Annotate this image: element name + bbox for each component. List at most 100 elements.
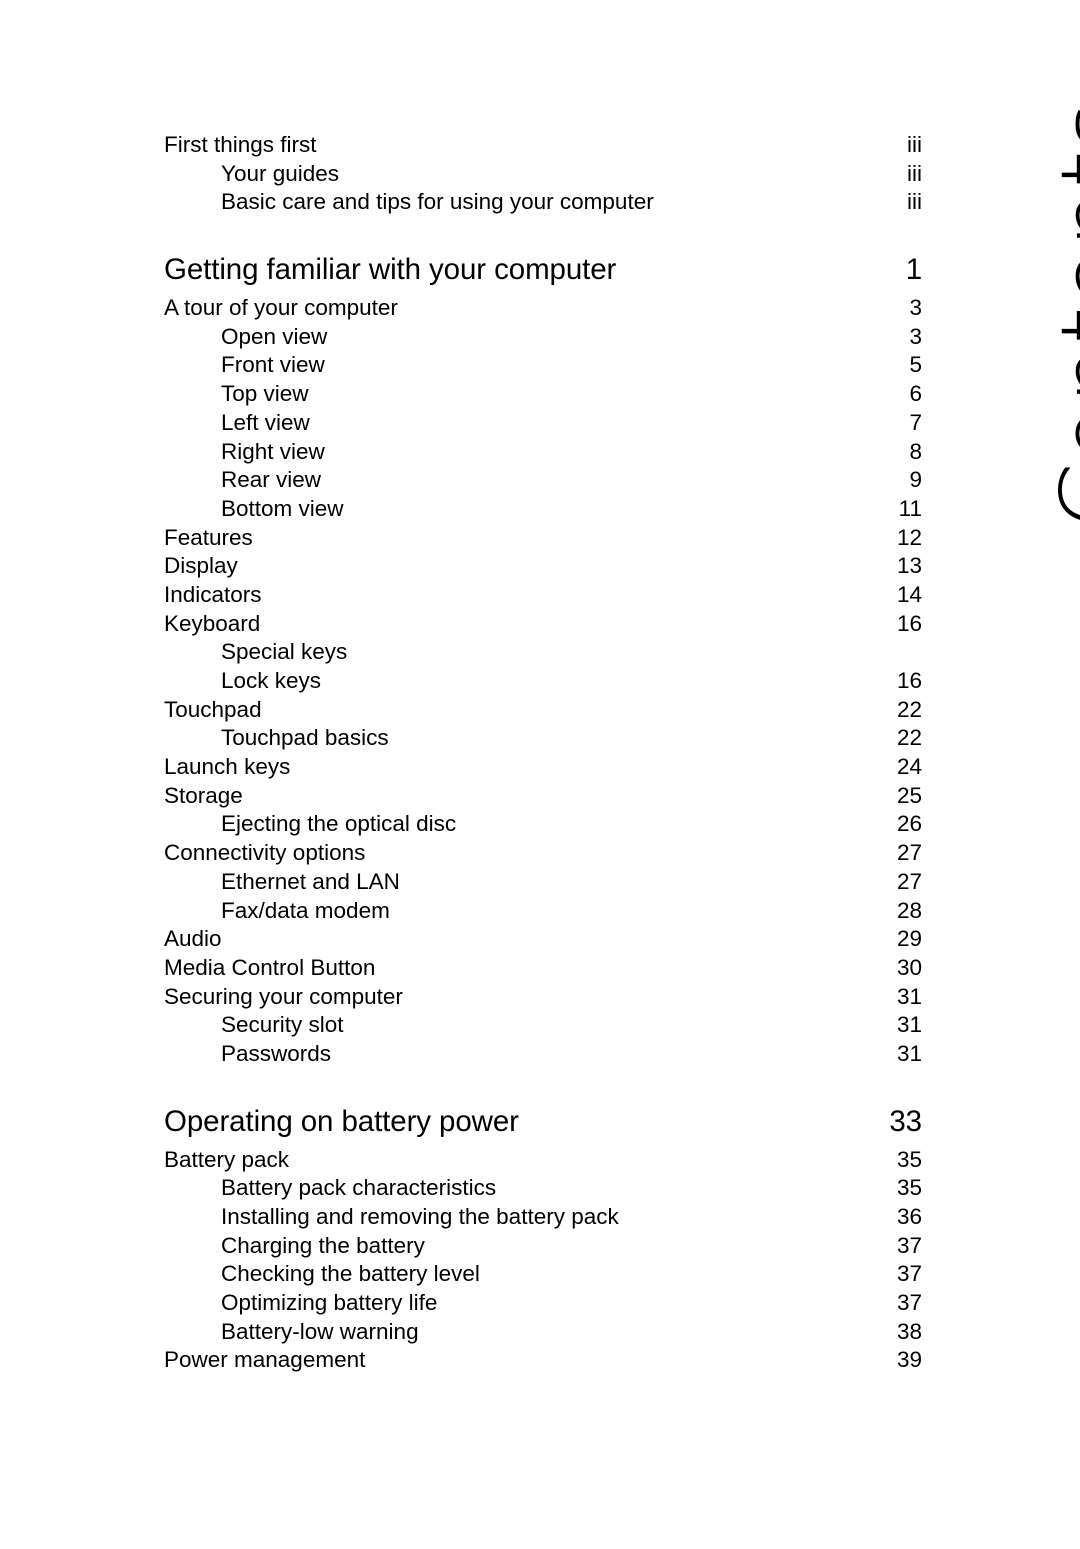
toc-entry-title: Touchpad basics [221, 725, 389, 751]
toc-entry-title: Top view [221, 381, 309, 407]
toc-entry-row[interactable]: Passwords 31 [164, 1040, 922, 1069]
toc-entry-row[interactable]: Top view 6 [164, 380, 922, 409]
toc-entry-page-number: 13 [896, 553, 922, 579]
toc-entry-title: Bottom view [221, 495, 344, 521]
toc-entry-page-number: 8 [909, 438, 922, 464]
toc-entry-row[interactable]: Right view 8 [164, 438, 922, 467]
toc-entry-page-number: 31 [896, 1040, 922, 1066]
toc-entry-row[interactable]: Lock keys 16 [164, 667, 922, 696]
toc-entry-row[interactable]: Special keys [164, 638, 922, 667]
toc-entry-title: Securing your computer [164, 983, 403, 1009]
toc-entry-title: Installing and removing the battery pack [221, 1204, 619, 1229]
toc-entry-title: Getting familiar with your computer [164, 253, 617, 287]
toc-entry-page-number: 26 [896, 811, 922, 837]
toc-entry-page-number: 7 [909, 409, 922, 435]
toc-entry-page-number: 11 [898, 495, 922, 521]
toc-entry-page-number: 28 [896, 897, 922, 923]
toc-entry-row[interactable]: Security slot 31 [164, 1011, 922, 1040]
toc-entry-page-number: 37 [896, 1261, 922, 1287]
toc-entry-page-number: 36 [896, 1204, 922, 1229]
toc-entry-page-number: 16 [896, 610, 922, 636]
toc-entry-title: Storage [164, 782, 243, 808]
toc-entry-title: Your guides [221, 160, 340, 186]
toc-entry-row[interactable]: Bottom view 11 [164, 495, 922, 524]
toc-entry-row[interactable]: Battery pack characteristics 35 [164, 1174, 922, 1203]
toc-entry-row[interactable]: Battery pack 35 [164, 1146, 922, 1175]
toc-entry-page-number: 39 [896, 1347, 922, 1373]
toc-entry-row[interactable]: Launch keys 24 [164, 753, 922, 782]
toc-entry-title: Touchpad [164, 696, 262, 722]
toc-entry-page-number: 5 [909, 352, 922, 378]
toc-entry-row[interactable]: Touchpad 22 [164, 696, 922, 725]
toc-entry-page-number: 24 [896, 754, 922, 780]
toc-entry-title: Battery-low warning [221, 1318, 419, 1344]
toc-entry-page-number: 16 [896, 668, 922, 693]
toc-entry-page-number: 27 [896, 868, 922, 894]
toc-entry-page-number: 30 [896, 954, 922, 980]
toc-entry-page-number: iii [907, 132, 922, 157]
page-title-contents: Contents [1040, 101, 1080, 530]
toc-entry-title: Launch keys [164, 754, 291, 780]
toc-entry-row[interactable]: Open view 3 [164, 323, 922, 352]
toc-entry-title: Battery pack characteristics [221, 1175, 497, 1201]
toc-entry-title: Charging the battery [221, 1232, 425, 1258]
side-title-container: Contents [930, 0, 1080, 560]
toc-entry-row[interactable]: Fax/data modem 28 [164, 897, 922, 926]
toc-entry-row[interactable]: Touchpad basics 22 [164, 724, 922, 753]
toc-entry-row[interactable]: Media Control Button 30 [164, 954, 922, 983]
toc-entry-row[interactable]: Battery-low warning 38 [164, 1318, 922, 1347]
toc-chapter-row[interactable]: Operating on battery power 33 [164, 1100, 922, 1144]
toc-entry-page-number: 31 [896, 1012, 922, 1038]
toc-entry-title: Features [164, 524, 253, 550]
toc-entry-page-number: 35 [896, 1175, 922, 1201]
toc-entry-page-number: 1 [905, 253, 922, 287]
toc-entry-row[interactable]: Connectivity options 27 [164, 839, 922, 868]
toc-entry-title: Audio [164, 926, 222, 952]
toc-entry-row[interactable]: Ejecting the optical disc 26 [164, 810, 922, 839]
toc-entry-title: Right view [221, 438, 325, 464]
toc-entry-title: Basic care and tips for using your compu… [221, 189, 654, 215]
toc-entry-title: Special keys [221, 639, 348, 665]
toc-entry-page-number: 31 [896, 983, 922, 1009]
toc-entry-row[interactable]: Checking the battery level 37 [164, 1260, 922, 1289]
toc-entry-title: Security slot [221, 1012, 344, 1038]
toc-entry-row[interactable]: Indicators 14 [164, 581, 922, 610]
toc-entry-title: First things first [164, 132, 317, 157]
toc-entry-title: Operating on battery power [164, 1104, 519, 1138]
toc-entry-row[interactable]: Installing and removing the battery pack… [164, 1203, 922, 1232]
toc-entry-row[interactable]: Basic care and tips for using your compu… [164, 188, 922, 217]
toc-entry-row[interactable]: Features 12 [164, 524, 922, 553]
table-of-contents: First things first iii Your guides iii Basic… [164, 131, 922, 1375]
toc-entry-row[interactable]: Front view 5 [164, 351, 922, 380]
toc-entry-row[interactable]: Power management 39 [164, 1346, 922, 1375]
toc-entry-row[interactable]: Keyboard 16 [164, 610, 922, 639]
toc-entry-row[interactable]: Optimizing battery life 37 [164, 1289, 922, 1318]
toc-entry-title: Front view [221, 352, 325, 378]
toc-entry-title: A tour of your computer [164, 295, 398, 321]
toc-entry-page-number: 35 [896, 1146, 922, 1172]
toc-entry-page-number: iii [907, 189, 922, 215]
toc-entry-page-number: iii [907, 160, 922, 186]
toc-entry-title: Power management [164, 1347, 366, 1373]
toc-entry-page-number: 22 [896, 696, 922, 722]
toc-entry-row[interactable]: A tour of your computer 3 [164, 294, 922, 323]
toc-entry-row[interactable]: Left view 7 [164, 409, 922, 438]
toc-entry-title: Optimizing battery life [221, 1290, 438, 1316]
toc-entry-row[interactable]: Charging the battery 37 [164, 1232, 922, 1261]
toc-entry-row[interactable]: Display 13 [164, 552, 922, 581]
toc-entry-row[interactable]: Audio 29 [164, 925, 922, 954]
toc-entry-row[interactable]: Securing your computer 31 [164, 983, 922, 1012]
toc-entry-title: Display [164, 553, 238, 579]
toc-entry-row[interactable]: Your guides iii [164, 160, 922, 189]
toc-entry-title: Ethernet and LAN [221, 868, 400, 894]
toc-entry-title: Battery pack [164, 1146, 290, 1172]
toc-entry-row[interactable]: First things first iii [164, 131, 922, 160]
toc-entry-page-number: 29 [896, 926, 922, 952]
toc-entry-row[interactable]: Ethernet and LAN 27 [164, 868, 922, 897]
toc-entry-row[interactable]: Rear view 9 [164, 466, 922, 495]
toc-entry-page-number: 22 [896, 725, 922, 751]
toc-entry-page-number: 14 [896, 581, 922, 607]
toc-chapter-row[interactable]: Getting familiar with your computer 1 [164, 248, 922, 292]
toc-entry-page-number: 25 [896, 782, 922, 808]
toc-entry-row[interactable]: Storage 25 [164, 782, 922, 811]
